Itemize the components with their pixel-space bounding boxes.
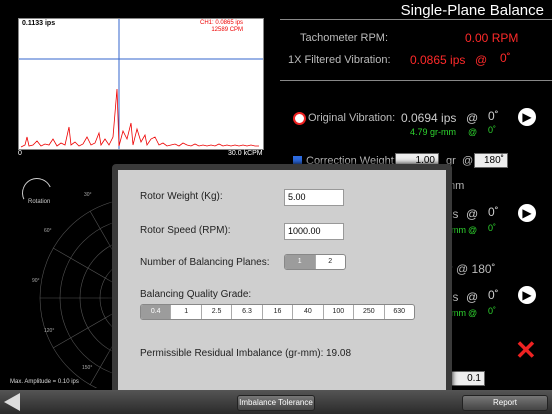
grade-option[interactable]: 16 — [263, 305, 294, 319]
grade-option[interactable]: 2.5 — [202, 305, 233, 319]
grade-option[interactable]: 6.3 — [232, 305, 263, 319]
max-amplitude: Max. Amplitude = 0.10 ips — [10, 379, 79, 385]
plane-option-1[interactable]: 1 — [285, 255, 316, 269]
filtered-at: @ — [475, 53, 488, 67]
spectrum-x-start: 0 — [18, 150, 22, 157]
spectrum-channel-readout: CH1: 0.0865 ips 12589 CPM — [200, 20, 243, 34]
grade-option[interactable]: 100 — [324, 305, 355, 319]
filtered-angle: 0˚ — [500, 51, 511, 65]
correction-angle-input[interactable]: 180˚ — [474, 153, 508, 168]
tach-value: 0.00 RPM — [465, 31, 519, 45]
clear-icon[interactable]: ✕ — [515, 337, 537, 363]
grade-option[interactable]: 1 — [171, 305, 202, 319]
grade-option[interactable]: 0.4 — [141, 305, 172, 319]
original-label: Original Vibration: — [308, 112, 396, 124]
trim-next-button[interactable]: ▶ — [518, 286, 536, 304]
trial-mass-at: @ — [468, 225, 478, 235]
trim-at: @ — [466, 290, 479, 304]
trial-at: @ — [466, 207, 479, 221]
residual-label: Permissible Residual Imbalance (gr-mm): — [140, 348, 324, 359]
trim-angle: 0˚ — [488, 288, 499, 302]
original-at: @ — [466, 111, 479, 125]
trial-next-button[interactable]: ▶ — [518, 204, 536, 222]
grade-option[interactable]: 630 — [385, 305, 414, 319]
channel-line-1: CH1: 0.0865 ips — [200, 20, 244, 26]
channel-line-2: 12589 CPM — [211, 27, 244, 33]
back-arrow-icon[interactable] — [4, 393, 20, 411]
planes-label: Number of Balancing Planes: — [140, 257, 270, 268]
spectrum-peak-value: 0.1133 ips — [22, 20, 56, 27]
rotor-weight-label: Rotor Weight (Kg): — [140, 191, 223, 202]
rotation-label: Rotation — [28, 199, 51, 205]
rotor-speed-input[interactable]: 1000.00 — [284, 223, 344, 240]
polar-150: 150° — [82, 365, 93, 371]
polar-90: 90° — [32, 278, 40, 284]
plane-option-2[interactable]: 2 — [316, 255, 346, 269]
polar-30: 30° — [84, 192, 92, 198]
filtered-value: 0.0865 ips — [410, 53, 466, 67]
readings-divider — [280, 80, 552, 81]
rotor-speed-label: Rotor Speed (RPM): — [140, 225, 231, 236]
grade-segmented[interactable]: 0.4 1 2.5 6.3 16 40 100 250 630 — [140, 304, 415, 320]
grade-label: Balancing Quality Grade: — [140, 289, 252, 300]
trim-mass-at: @ — [468, 308, 478, 318]
imbalance-tolerance-button[interactable]: Imbalance Tolerance — [237, 395, 315, 411]
polar-60: 60° — [44, 228, 52, 234]
grade-option[interactable]: 250 — [354, 305, 385, 319]
spectrum-plot[interactable] — [18, 18, 264, 150]
rotor-weight-input[interactable]: 5.00 — [284, 189, 344, 206]
trim-mass-angle: 0˚ — [488, 306, 497, 316]
page-title: Single-Plane Balance — [400, 2, 544, 19]
trial-angle: 0˚ — [488, 205, 499, 219]
planes-segmented[interactable]: 1 2 — [284, 254, 346, 270]
correction-at: @ — [462, 155, 474, 167]
grade-option[interactable]: 40 — [293, 305, 324, 319]
original-angle: 0˚ — [488, 109, 499, 123]
imbalance-tolerance-popover: Rotor Weight (Kg): 5.00 Rotor Speed (RPM… — [112, 164, 452, 396]
original-value: 0.0694 ips — [401, 111, 457, 125]
original-next-button[interactable]: ▶ — [518, 108, 536, 126]
title-divider — [280, 19, 552, 20]
original-radio[interactable] — [293, 112, 306, 125]
residual-value: 19.08 — [326, 348, 352, 359]
tach-label: Tachometer RPM: — [300, 32, 389, 44]
polar-120: 120° — [44, 328, 55, 334]
spectrum-svg — [19, 19, 263, 149]
filtered-label: 1X Filtered Vibration: — [288, 54, 391, 66]
original-mass-angle: 0˚ — [488, 125, 497, 135]
trial-mass-angle: 0˚ — [488, 223, 497, 233]
original-mass-at: @ — [468, 127, 478, 137]
spectrum-x-end: 30.0 kCPM — [228, 150, 263, 157]
original-mass: 4.79 gr-mm — [410, 127, 457, 137]
report-button[interactable]: Report — [462, 395, 548, 411]
